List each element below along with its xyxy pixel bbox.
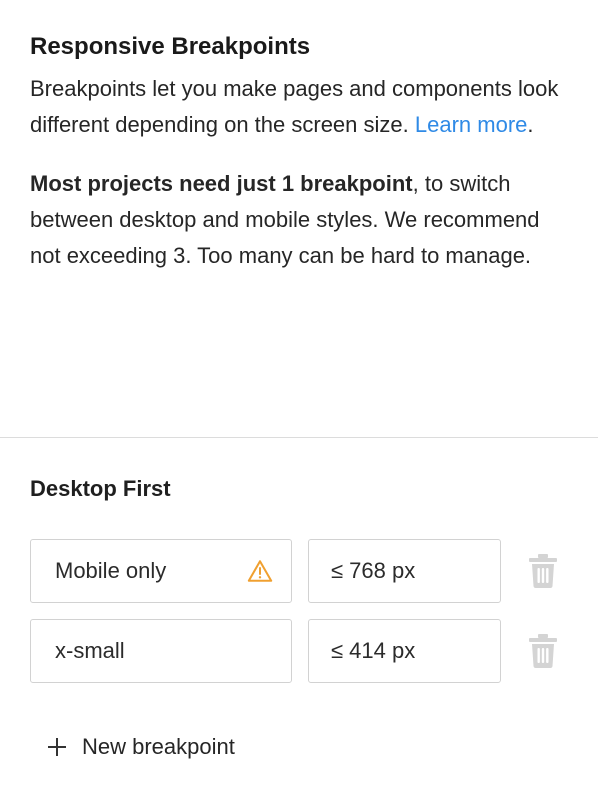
breakpoint-row: x-small ≤ 414 px [30,619,570,683]
intro-section: Responsive Breakpoints Breakpoints let y… [30,32,575,274]
breakpoint-row: Mobile only ≤ 768 px [30,539,570,603]
breakpoint-name-input[interactable]: Mobile only [30,539,292,603]
intro-description-end: . [527,112,534,137]
breakpoint-size-input[interactable]: ≤ 768 px [308,539,501,603]
trash-icon[interactable] [528,553,558,589]
breakpoint-name-value: Mobile only [55,558,167,583]
trash-icon[interactable] [528,633,558,669]
section-title: Desktop First [30,476,171,501]
breakpoint-size-value: ≤ 414 px [331,638,416,663]
new-breakpoint-label: New breakpoint [82,734,235,759]
breakpoint-name-value: x-small [55,638,125,663]
intro-recommendation: Most projects need just 1 breakpoint, to… [30,166,575,274]
breakpoint-name-input[interactable]: x-small [30,619,292,683]
intro-description: Breakpoints let you make pages and compo… [30,71,575,143]
new-breakpoint-button[interactable]: New breakpoint [46,729,235,765]
breakpoint-size-input[interactable]: ≤ 414 px [308,619,501,683]
warning-icon [247,560,273,582]
recommendation-bold: Most projects need just 1 breakpoint [30,171,413,196]
learn-more-link[interactable]: Learn more [415,112,528,137]
section-divider [0,437,598,438]
panel-title: Responsive Breakpoints [30,33,311,60]
plus-icon [48,738,66,756]
breakpoint-size-value: ≤ 768 px [331,558,416,583]
breakpoints-panel: Responsive Breakpoints Breakpoints let y… [0,0,598,792]
